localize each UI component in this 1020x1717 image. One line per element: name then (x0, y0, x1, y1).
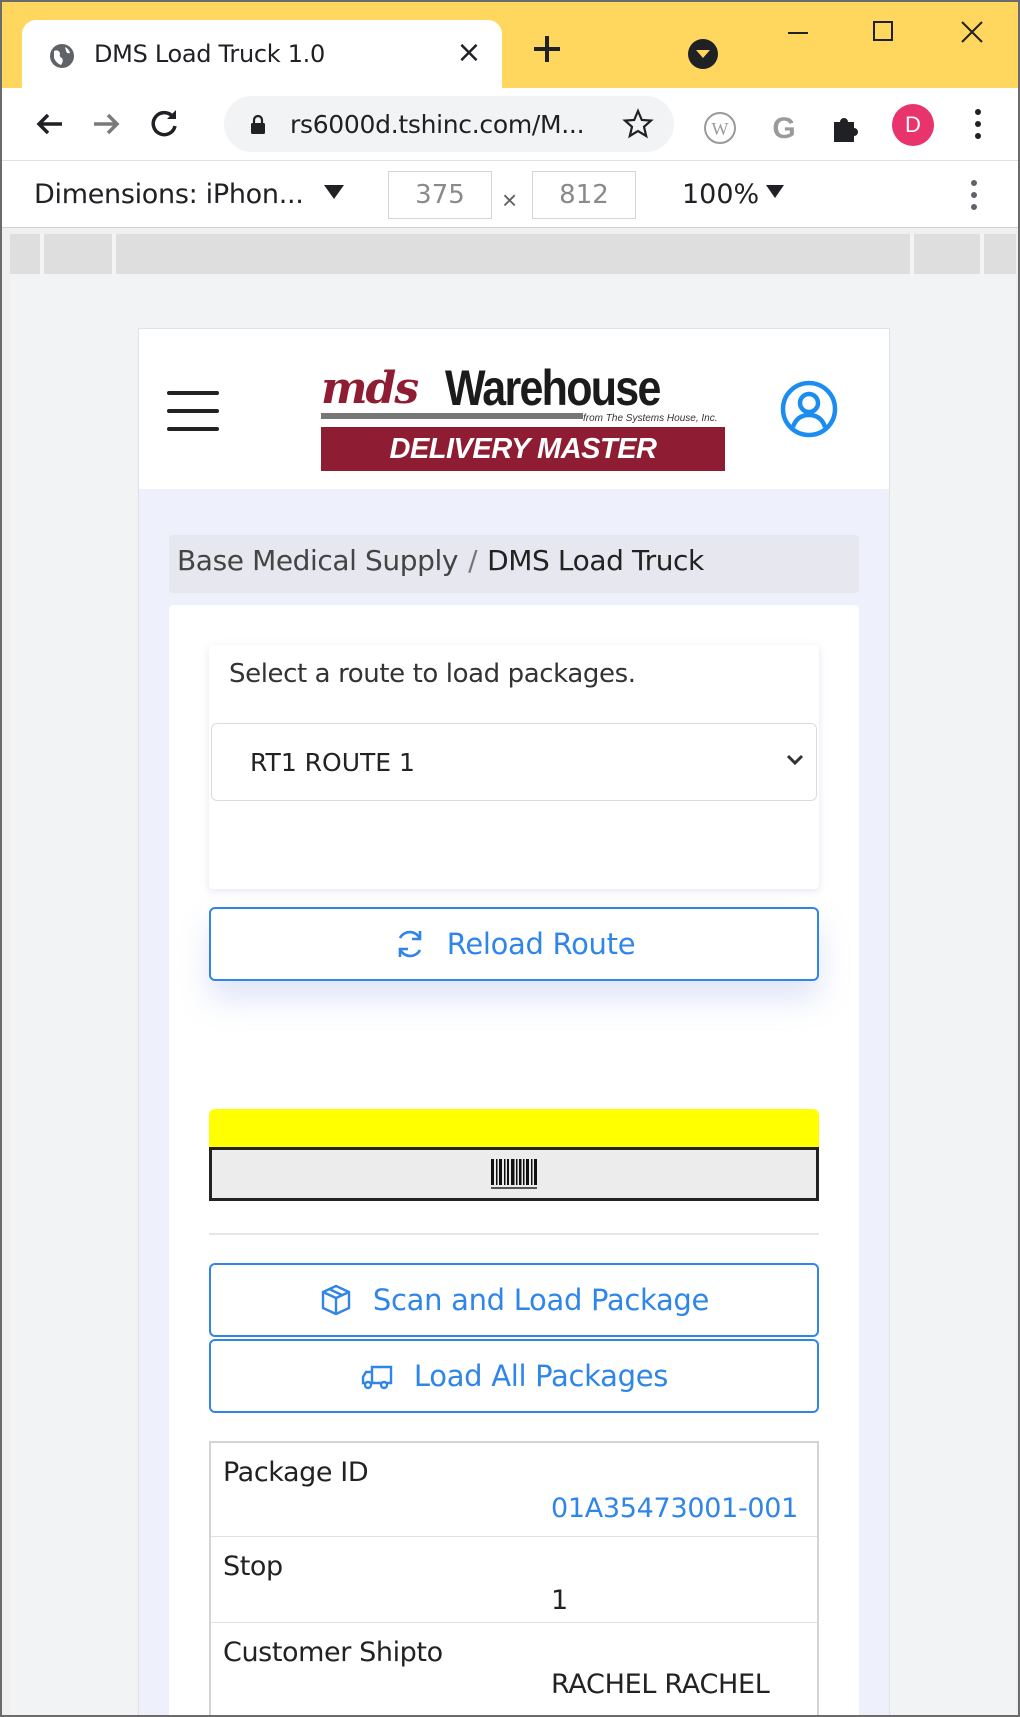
package-row-shipto: Customer Shipto RACHEL RACHEL (211, 1623, 817, 1715)
stop-label: Stop (223, 1551, 283, 1582)
chevron-down-icon (786, 754, 804, 766)
user-account-icon[interactable] (779, 379, 839, 439)
forward-arrow-icon[interactable] (84, 102, 128, 146)
route-select[interactable]: RT1 ROUTE 1 (211, 723, 817, 801)
browser-tab[interactable]: DMS Load Truck 1.0 × (22, 20, 502, 88)
route-selected-value: RT1 ROUTE 1 (250, 748, 415, 777)
route-prompt: Select a route to load packages. (229, 659, 636, 689)
extensions-puzzle-icon[interactable] (828, 110, 864, 146)
package-row-stop: Stop 1 (211, 1537, 817, 1623)
logo-tagline: from The Systems House, Inc. (583, 413, 718, 424)
url-text: rs6000d.tshinc.com/M... (290, 110, 585, 139)
breadcrumb-parent[interactable]: Base Medical Supply (177, 544, 458, 577)
package-row-id: Package ID 01A35473001-001 (211, 1443, 817, 1537)
maximize-icon[interactable] (860, 16, 904, 56)
height-input[interactable]: 812 (532, 171, 636, 219)
globe-icon (50, 44, 74, 68)
breadcrumb-separator: / (468, 544, 478, 577)
breadcrumb-current: DMS Load Truck (487, 544, 704, 577)
wordpress-extension-icon[interactable]: W (702, 110, 738, 146)
window-close-icon[interactable] (950, 16, 994, 56)
profile-avatar[interactable]: D (892, 104, 934, 146)
browser-menu-icon[interactable] (966, 104, 990, 144)
logo-warehouse: Warehouse (445, 360, 661, 416)
truck-icon (361, 1365, 393, 1390)
package-box-icon (321, 1284, 351, 1316)
tab-close-icon[interactable]: × (454, 38, 484, 68)
emulated-viewport: mds Warehouse from The Systems House, In… (10, 274, 1016, 1715)
zoom-dropdown[interactable]: 100% (682, 179, 759, 210)
svg-text:W: W (712, 119, 729, 139)
svg-text:G: G (772, 112, 795, 145)
times-symbol: × (502, 185, 518, 215)
customer-shipto-value: RACHEL RACHEL (551, 1669, 770, 1700)
logo-brand: mds (321, 363, 419, 414)
mds-warehouse-logo: mds Warehouse from The Systems House, In… (321, 353, 741, 471)
new-tab-icon[interactable] (530, 32, 564, 66)
load-all-packages-button[interactable]: Load All Packages (209, 1339, 819, 1413)
width-input[interactable]: 375 (388, 171, 492, 219)
tab-title: DMS Load Truck 1.0 (94, 40, 325, 68)
package-details-table: Package ID 01A35473001-001 Stop 1 Custom… (209, 1441, 819, 1715)
tab-strip: DMS Load Truck 1.0 × (2, 2, 1018, 88)
load-all-packages-label: Load All Packages (413, 1359, 669, 1393)
sync-icon (398, 930, 422, 958)
zoom-caret-icon[interactable] (766, 185, 784, 198)
dimensions-caret-icon[interactable] (324, 185, 344, 199)
browser-toolbar: rs6000d.tshinc.com/M... W G D (2, 88, 1018, 160)
app-header: mds Warehouse from The Systems House, In… (139, 329, 889, 489)
back-arrow-icon[interactable] (28, 102, 72, 146)
minimize-icon[interactable] (776, 16, 820, 56)
reload-route-button[interactable]: Reload Route (209, 907, 819, 981)
customer-shipto-label: Customer Shipto (223, 1637, 443, 1668)
route-panel: Select a route to load packages. RT1 ROU… (209, 645, 819, 889)
section-divider (209, 1233, 819, 1235)
bookmark-star-icon[interactable] (622, 108, 654, 140)
barcode-scan-field[interactable] (209, 1147, 819, 1201)
browser-window: DMS Load Truck 1.0 × rs6000d.tshinc.com/… (0, 0, 1020, 1717)
logo-banner: DELIVERY MASTER (321, 427, 725, 471)
scan-load-package-button[interactable]: Scan and Load Package (209, 1263, 819, 1337)
address-bar[interactable]: rs6000d.tshinc.com/M... (224, 96, 674, 152)
device-toolbar: Dimensions: iPhon... 375 × 812 100% (2, 160, 1018, 228)
package-id-link[interactable]: 01A35473001-001 (551, 1493, 798, 1524)
dimensions-dropdown[interactable]: Dimensions: iPhon... (34, 179, 304, 210)
load-truck-card: Select a route to load packages. RT1 ROU… (169, 605, 859, 1715)
breadcrumb: Base Medical Supply / DMS Load Truck (169, 535, 859, 593)
barcode-icon (491, 1159, 537, 1189)
tab-search-icon[interactable] (688, 39, 718, 69)
scan-status-bar (209, 1109, 819, 1147)
device-menu-icon[interactable] (964, 175, 984, 215)
stop-value: 1 (551, 1585, 568, 1616)
google-extension-icon[interactable]: G (766, 110, 802, 146)
reload-route-label: Reload Route (446, 927, 636, 961)
scan-load-package-label: Scan and Load Package (372, 1283, 710, 1317)
package-id-label: Package ID (223, 1457, 369, 1488)
hamburger-menu-icon[interactable] (167, 389, 221, 433)
app-page: mds Warehouse from The Systems House, In… (138, 328, 890, 1715)
lock-icon (251, 114, 265, 134)
reload-icon[interactable] (142, 102, 186, 146)
media-query-ruler[interactable] (10, 234, 1016, 274)
